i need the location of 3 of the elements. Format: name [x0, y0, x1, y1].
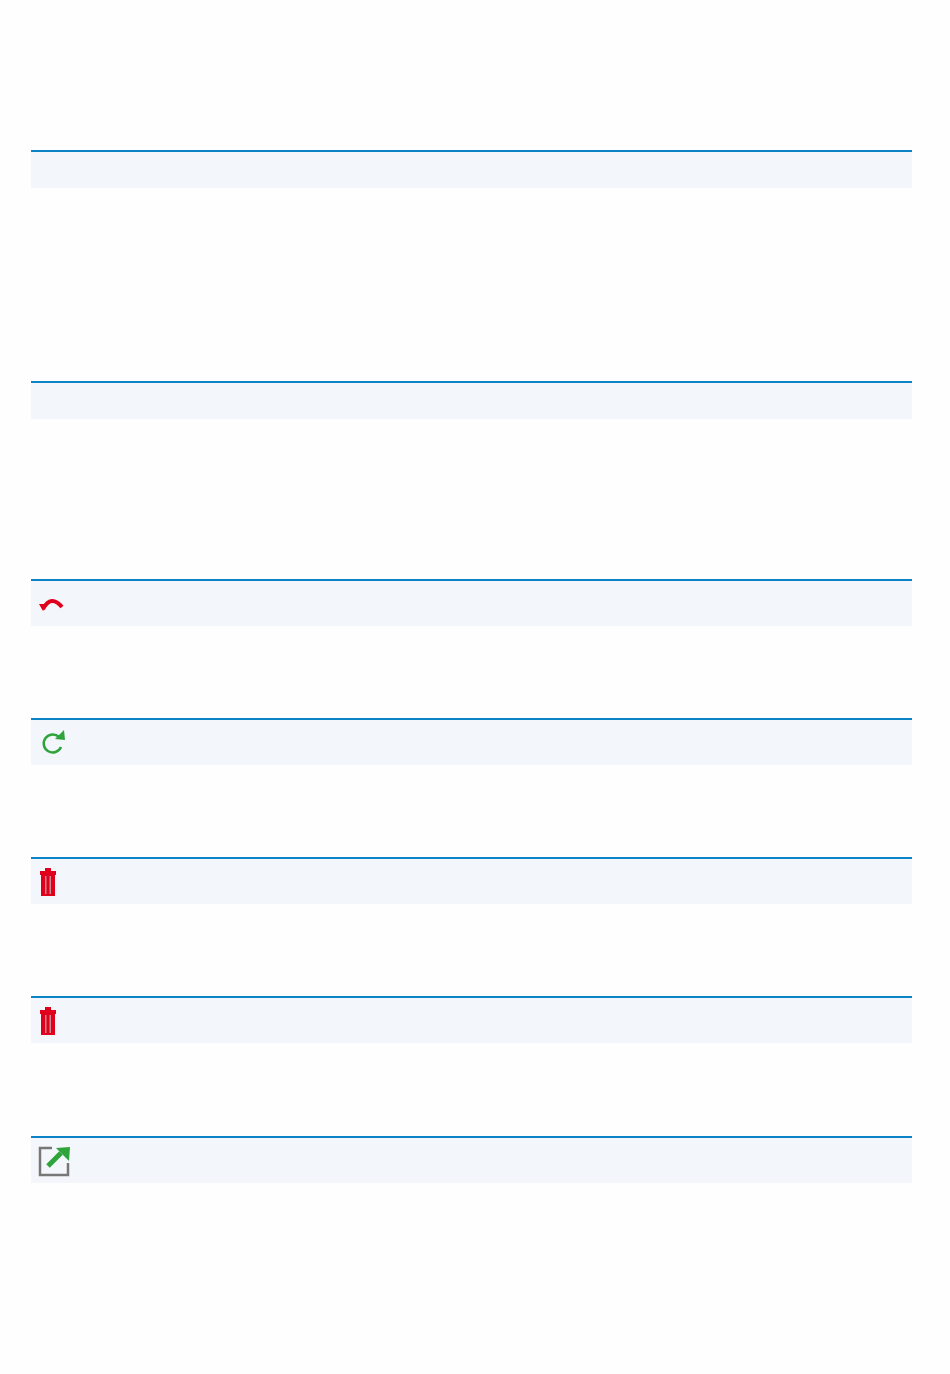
external-link-icon[interactable]	[38, 1144, 72, 1177]
trash-icon[interactable]	[38, 866, 58, 897]
trash-icon[interactable]	[38, 1005, 58, 1036]
